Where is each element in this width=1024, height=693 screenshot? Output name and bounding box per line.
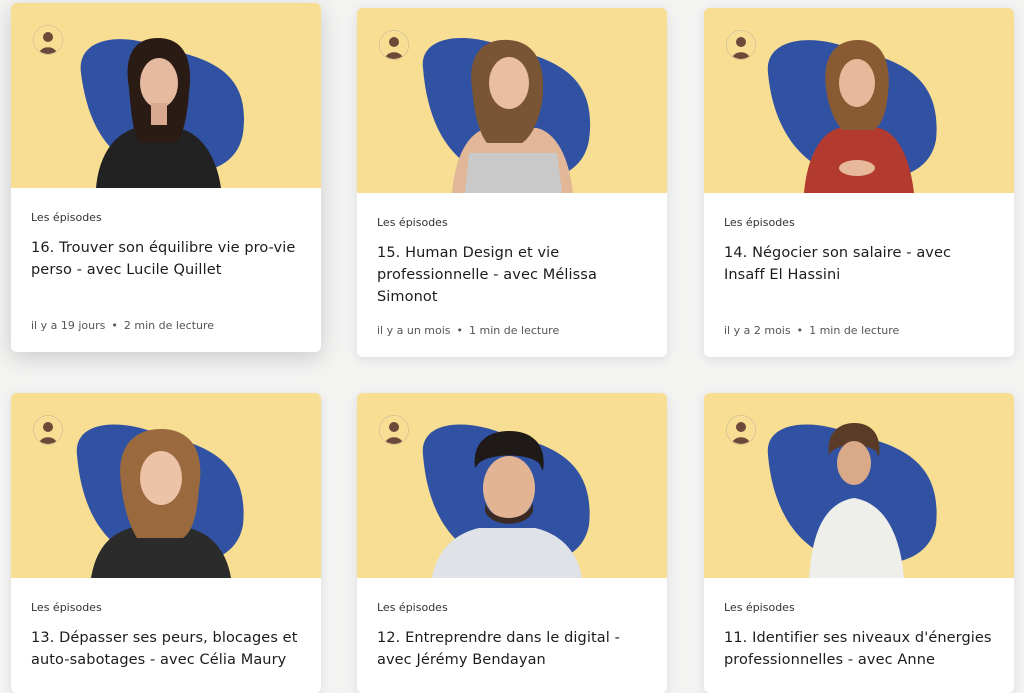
separator-dot: •	[796, 324, 804, 337]
author-avatar	[33, 25, 63, 55]
author-avatar	[33, 415, 63, 445]
episode-cover	[704, 393, 1014, 578]
episode-title[interactable]: 12. Entreprendre dans le digital - avec …	[377, 627, 647, 671]
episode-card-15[interactable]: Les épisodes 15. Human Design et vie pro…	[357, 8, 667, 357]
episode-cover	[11, 3, 321, 188]
episode-meta: il y a 2 mois • 1 min de lecture	[724, 324, 899, 337]
episode-category: Les épisodes	[724, 216, 795, 229]
episode-title[interactable]: 14. Négocier son salaire - avec Insaff E…	[724, 242, 994, 286]
author-avatar	[379, 415, 409, 445]
episode-category: Les épisodes	[31, 601, 102, 614]
episode-card-16[interactable]: Les épisodes 16. Trouver son équilibre v…	[11, 3, 321, 352]
episode-cover	[704, 8, 1014, 193]
episode-card-13[interactable]: Les épisodes 13. Dépasser ses peurs, blo…	[11, 393, 321, 693]
author-avatar	[726, 415, 756, 445]
author-avatar	[726, 30, 756, 60]
episode-title[interactable]: 16. Trouver son équilibre vie pro-vie pe…	[31, 237, 301, 281]
episode-read-time: 1 min de lecture	[809, 324, 900, 337]
episode-title[interactable]: 11. Identifier ses niveaux d'énergies pr…	[724, 627, 994, 671]
episode-category: Les épisodes	[377, 216, 448, 229]
episode-age: il y a un mois	[377, 324, 451, 337]
episode-title[interactable]: 15. Human Design et vie professionnelle …	[377, 242, 647, 308]
episode-cover	[357, 8, 667, 193]
episode-card-14[interactable]: Les épisodes 14. Négocier son salaire - …	[704, 8, 1014, 357]
episode-meta: il y a un mois • 1 min de lecture	[377, 324, 559, 337]
author-avatar	[379, 30, 409, 60]
episode-cover	[11, 393, 321, 578]
episode-category: Les épisodes	[724, 601, 795, 614]
episode-age: il y a 2 mois	[724, 324, 791, 337]
episode-category: Les épisodes	[377, 601, 448, 614]
episode-read-time: 2 min de lecture	[123, 319, 215, 332]
episode-title[interactable]: 13. Dépasser ses peurs, blocages et auto…	[31, 627, 301, 671]
episode-meta: il y a 19 jours • 2 min de lecture	[31, 319, 214, 332]
episode-read-time: 1 min de lecture	[469, 324, 560, 337]
episode-category: Les épisodes	[31, 211, 102, 224]
episode-cover	[357, 393, 667, 578]
episode-age: il y a 19 jours	[31, 319, 106, 332]
separator-dot: •	[456, 324, 464, 337]
separator-dot: •	[111, 319, 118, 332]
episode-card-11[interactable]: Les épisodes 11. Identifier ses niveaux …	[704, 393, 1014, 693]
episode-card-12[interactable]: Les épisodes 12. Entreprendre dans le di…	[357, 393, 667, 693]
